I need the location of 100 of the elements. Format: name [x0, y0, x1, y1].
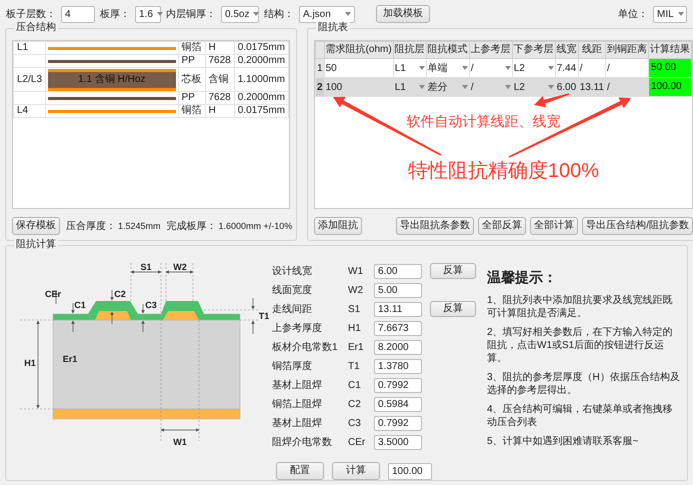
load-template-button[interactable]: 加载模板: [376, 5, 430, 23]
text-field[interactable]: 8.2000: [374, 340, 422, 354]
param-label: 板材介电常数1: [272, 340, 339, 354]
dimension-label: W1: [173, 437, 187, 447]
row-number[interactable]: 2: [316, 78, 324, 96]
add-impedance-button[interactable]: 添加阻抗: [314, 217, 362, 235]
material-cell: 芯板: [178, 68, 205, 92]
field-label: 板子层数：: [6, 8, 56, 20]
param-label: 基材上阻焊: [272, 416, 323, 430]
panel-title: 压合结构: [14, 22, 58, 34]
tip-text: 5、计算中如遇到困难请联系客服~: [487, 435, 640, 448]
layer-name: L1: [14, 42, 46, 54]
param-symbol: C1: [348, 378, 362, 392]
text-field[interactable]: 0.7992: [374, 416, 422, 430]
field-label: 板厚：: [100, 8, 130, 20]
text-field[interactable]: 4: [61, 6, 95, 22]
annotation-text: 软件自动计算线距、线宽: [405, 113, 562, 130]
unit-dropdown[interactable]: MIL: [653, 6, 687, 22]
calculate-button[interactable]: 计算: [332, 462, 380, 480]
thickness-value: 1.5245mm: [118, 220, 161, 232]
text-field[interactable]: 5.00: [374, 282, 422, 298]
caret-icon: [345, 12, 351, 16]
table-cell: 13.11: [578, 78, 606, 96]
column-header: 线宽: [555, 42, 578, 58]
text-field[interactable]: 6.00: [374, 264, 422, 278]
param-symbol: C2: [348, 398, 362, 410]
reverse-calc-button[interactable]: 反算: [430, 263, 476, 279]
caret-icon: [504, 66, 511, 70]
caret-icon: [462, 66, 468, 70]
row-number[interactable]: 1: [316, 58, 324, 78]
table-cell: 100: [324, 78, 394, 96]
param-label: 基材上阻焊: [272, 378, 323, 392]
table-cell: /: [605, 78, 648, 96]
result-cell: 100.00: [648, 78, 691, 96]
target-impedance-field[interactable]: 100.00: [388, 462, 432, 480]
param-symbol: CEr: [348, 436, 366, 448]
unit-label: 单位：: [618, 8, 648, 20]
column-header: 上参考层: [469, 42, 512, 58]
tip-text: 1、阻抗列表中添加阻抗要求及线宽线距既可计算阻抗是否满足。: [487, 294, 674, 320]
column-header: 阻抗层: [393, 42, 426, 58]
toolbar-button[interactable]: 全部计算: [530, 217, 578, 235]
thickness-value: 1.6000mm +/-10%: [218, 220, 292, 232]
save-template-button[interactable]: 保存模板: [12, 217, 60, 235]
result-cell: 50.00: [648, 59, 691, 77]
dropdown[interactable]: 1.6: [135, 6, 161, 22]
tip-text: 2、填写好相关参数后，在下方输入特定的阻抗，点击W1或S1后面的按钮进行反运算。: [487, 326, 674, 365]
config-button[interactable]: 配置: [276, 462, 324, 480]
toolbar-button[interactable]: 导出压合结构/阻抗参数: [582, 217, 693, 235]
annotation-text: 特性阻抗精确度100%: [406, 159, 600, 183]
spec-cell: 含铜: [205, 68, 234, 92]
param-label: 线面宽度: [272, 284, 313, 296]
tip-text: 4、压合结构可编辑，右键菜单或者拖拽移动压合列表: [487, 403, 674, 429]
dimension-label: CEr: [45, 289, 61, 299]
field-label: 内层铜厚：: [166, 8, 216, 20]
dimension-label: T1: [258, 311, 270, 321]
material-cell: 铜箔: [178, 104, 205, 118]
text-field[interactable]: 1.3780: [374, 358, 422, 374]
thickness-cell: 0.0175mm: [234, 42, 288, 54]
spec-cell: 7628: [205, 92, 234, 104]
text-field[interactable]: 0.5984: [374, 396, 422, 412]
param-symbol: S1: [348, 302, 362, 316]
dimension-label: Er1: [62, 354, 78, 364]
thickness-label: 完成板厚：: [166, 220, 217, 232]
dropdown[interactable]: 0.5oz: [221, 6, 259, 22]
text-field[interactable]: 3.5000: [374, 434, 422, 450]
column-header: 下参考层: [512, 42, 556, 58]
layer-name: L2/L3: [14, 68, 46, 92]
dimension-label: H1: [24, 358, 36, 368]
caret-icon: [548, 66, 554, 70]
caret-icon: [678, 12, 684, 16]
param-label: 上参考厚度: [272, 322, 323, 334]
text-field[interactable]: 7.6673: [374, 320, 422, 336]
spec-cell: H: [205, 104, 234, 118]
dimension-label: S1: [140, 262, 152, 272]
panel-title: 阻抗表: [316, 22, 350, 34]
param-label: 铜箔上阻焊: [272, 398, 323, 410]
thickness-label: 压合厚度：: [66, 220, 116, 232]
param-symbol: C3: [348, 416, 362, 430]
spec-cell: H: [205, 42, 234, 54]
dimension-label: C3: [145, 300, 157, 310]
toolbar-button[interactable]: 导出阻抗条参数: [396, 217, 474, 235]
param-symbol: Er1: [348, 340, 365, 354]
column-header: 到铜距离: [605, 42, 648, 58]
toolbar-button[interactable]: 全部反算: [478, 217, 526, 235]
thickness-cell: 0.2000mm: [234, 92, 288, 104]
param-label: 铜箔厚度: [272, 360, 313, 372]
param-symbol: T1: [348, 360, 361, 372]
caret-icon: [156, 12, 163, 16]
text-field[interactable]: 0.7992: [374, 378, 422, 392]
spec-cell: 7628: [205, 54, 234, 68]
reverse-calc-button[interactable]: 反算: [430, 301, 476, 317]
dimension-label: C2: [114, 289, 126, 299]
param-symbol: W1: [348, 264, 364, 278]
text-field[interactable]: 13.11: [374, 302, 422, 316]
param-label: 设计线宽: [272, 264, 313, 278]
dropdown[interactable]: A.json: [299, 6, 355, 22]
panel-title: 阻抗计算: [14, 239, 58, 251]
tips-title: 温馨提示：: [487, 268, 558, 286]
param-symbol: W2: [348, 284, 364, 296]
field-label: 结构：: [264, 8, 294, 20]
